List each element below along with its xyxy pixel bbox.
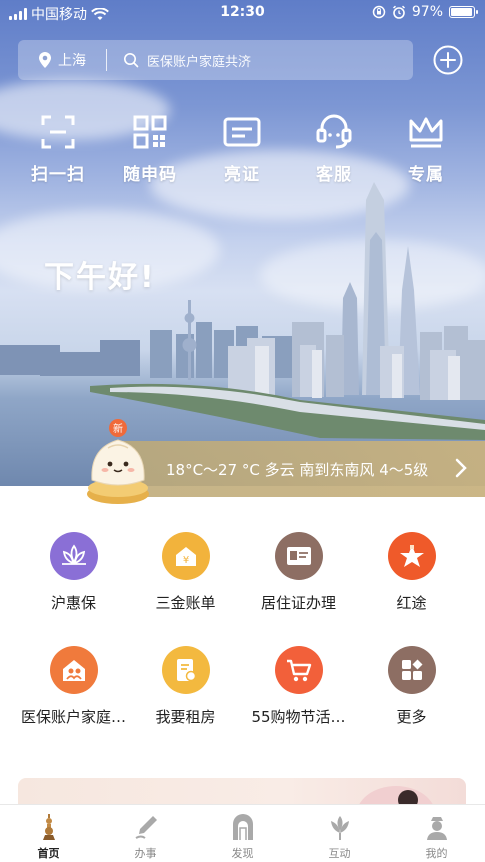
qr-code-icon xyxy=(133,115,167,149)
search-input[interactable]: 医保账户家庭共济 xyxy=(123,51,251,70)
lotus-icon xyxy=(49,532,98,580)
service-label: 55购物节活… xyxy=(251,708,346,726)
bottom-tab-bar: 首页 办事 发现 互动 我的 xyxy=(0,804,485,862)
tab-label: 我的 xyxy=(425,847,448,860)
weather-text: 18°C～27 °C 多云 南到东南风 4～5级 xyxy=(166,461,429,479)
crown-icon xyxy=(409,117,443,148)
mascot-bun-icon[interactable]: 新 xyxy=(84,418,152,508)
svg-text:¥: ¥ xyxy=(182,555,188,566)
tab-discover[interactable]: 发现 xyxy=(194,813,291,861)
family-home-icon xyxy=(49,646,98,694)
scan-icon xyxy=(41,115,75,149)
quick-action-qr[interactable]: 随申码 xyxy=(110,114,190,185)
id-card-icon xyxy=(223,117,261,147)
home-tower-icon xyxy=(42,814,55,840)
weather-bar[interactable]: 18°C～27 °C 多云 南到东南风 4～5级 xyxy=(122,441,485,497)
quick-action-label: 随申码 xyxy=(123,165,177,185)
tab-label: 首页 xyxy=(37,847,60,860)
service-label: 居住证办理 xyxy=(260,594,336,612)
battery-icon xyxy=(449,6,478,18)
service-sanjin-bill[interactable]: ¥ 三金账单 xyxy=(125,532,246,613)
hero-banner: 中国移动 12:30 97% 上海 医保账户家庭共济 扫一扫 随申码 亮证 客服… xyxy=(0,0,485,486)
service-rent-house[interactable]: 我要租房 xyxy=(125,646,246,727)
quick-action-exclusive[interactable]: 专属 xyxy=(386,114,466,185)
quick-action-label: 亮证 xyxy=(224,165,260,185)
divider xyxy=(106,49,107,71)
service-label: 更多 xyxy=(396,708,427,726)
flower-icon xyxy=(330,816,349,840)
service-residence-permit[interactable]: 居住证办理 xyxy=(238,532,359,613)
search-placeholder: 医保账户家庭共济 xyxy=(147,54,252,70)
service-label: 医保账户家庭… xyxy=(20,708,126,726)
yuan-house-icon: ¥ xyxy=(161,532,210,580)
new-badge: 新 xyxy=(113,422,123,435)
service-label: 我要租房 xyxy=(155,708,216,726)
quick-action-id[interactable]: 亮证 xyxy=(202,114,282,185)
service-shopping-festival[interactable]: 55购物节活… xyxy=(238,646,359,727)
tab-label: 办事 xyxy=(134,847,157,860)
pen-icon xyxy=(134,816,157,839)
red-star-icon xyxy=(387,532,436,580)
battery-fill xyxy=(451,8,473,16)
add-button[interactable] xyxy=(433,45,463,75)
residence-card-icon xyxy=(274,532,323,580)
search-icon xyxy=(124,53,139,68)
service-label: 红途 xyxy=(396,594,427,612)
tab-label: 发现 xyxy=(231,847,254,860)
city-label: 上海 xyxy=(58,53,86,69)
service-label: 三金账单 xyxy=(155,594,216,612)
customer-service-icon xyxy=(316,114,352,149)
search-bar[interactable]: 上海 医保账户家庭共济 xyxy=(18,40,413,80)
service-label: 沪惠保 xyxy=(50,594,96,612)
rent-document-icon xyxy=(161,646,210,694)
chevron-right-icon xyxy=(455,458,467,478)
city-selector[interactable]: 上海 xyxy=(18,50,86,70)
service-more[interactable]: 更多 xyxy=(351,646,472,727)
profile-icon xyxy=(426,817,447,840)
quick-action-label: 专属 xyxy=(408,165,444,185)
tab-profile[interactable]: 我的 xyxy=(388,813,485,861)
tab-home[interactable]: 首页 xyxy=(0,813,97,861)
location-pin-icon xyxy=(39,52,51,68)
tab-services[interactable]: 办事 xyxy=(97,813,194,861)
arch-icon xyxy=(232,814,253,840)
tab-label: 互动 xyxy=(328,847,351,860)
service-hongtu[interactable]: 红途 xyxy=(351,532,472,613)
quick-action-service[interactable]: 客服 xyxy=(294,114,374,185)
alarm-icon xyxy=(392,5,405,19)
quick-action-label: 扫一扫 xyxy=(31,165,85,185)
shopping-cart-icon xyxy=(274,646,323,694)
greeting-text: 下午好! xyxy=(44,260,156,295)
service-huhuibao[interactable]: 沪惠保 xyxy=(13,532,134,613)
quick-action-label: 客服 xyxy=(316,165,352,185)
tab-interact[interactable]: 互动 xyxy=(291,813,388,861)
quick-action-scan[interactable]: 扫一扫 xyxy=(18,114,98,185)
battery-percent: 97% xyxy=(411,4,443,20)
more-apps-icon xyxy=(387,646,436,694)
orientation-lock-icon xyxy=(372,5,386,19)
status-bar: 中国移动 12:30 97% xyxy=(0,0,485,26)
service-family-account[interactable]: 医保账户家庭… xyxy=(13,646,134,727)
